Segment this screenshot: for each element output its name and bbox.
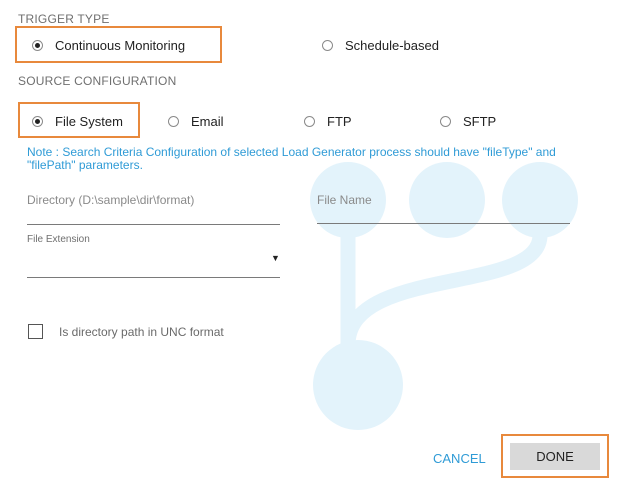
radio-label-continuous-monitoring: Continuous Monitoring	[55, 38, 186, 53]
trigger-type-label: TRIGGER TYPE	[18, 12, 110, 26]
source-configuration-label: SOURCE CONFIGURATION	[18, 74, 177, 88]
unc-checkbox-label: Is directory path in UNC format	[59, 325, 224, 339]
cancel-button[interactable]: CANCEL	[433, 451, 486, 466]
radio-checked-icon	[32, 116, 43, 127]
file-name-field[interactable]: File Name	[317, 190, 570, 226]
chevron-down-icon: ▼	[271, 253, 280, 263]
file-name-placeholder: File Name	[317, 193, 372, 207]
file-name-underline	[317, 223, 570, 224]
file-extension-label: File Extension	[27, 234, 90, 245]
file-extension-underline	[27, 277, 280, 278]
note-line-2: "filePath" parameters.	[27, 158, 143, 172]
done-button-label: DONE	[536, 449, 574, 464]
radio-ftp[interactable]: FTP	[304, 114, 352, 129]
radio-unchecked-icon	[322, 40, 333, 51]
radio-checked-icon	[32, 40, 43, 51]
file-extension-select[interactable]: ▼	[27, 246, 280, 278]
radio-label-file-system: File System	[55, 114, 123, 129]
directory-placeholder: Directory (D:\sample\dir\format)	[27, 193, 195, 207]
radio-label-schedule-based: Schedule-based	[345, 38, 439, 53]
done-button[interactable]: DONE	[510, 443, 600, 470]
note-text: Note : Search Criteria Configuration of …	[27, 146, 587, 172]
directory-field[interactable]: Directory (D:\sample\dir\format)	[27, 190, 280, 226]
unc-checkbox[interactable]	[28, 324, 43, 339]
radio-unchecked-icon	[168, 116, 179, 127]
radio-continuous-monitoring[interactable]: Continuous Monitoring	[32, 38, 185, 53]
radio-sftp[interactable]: SFTP	[440, 114, 496, 129]
radio-label-ftp: FTP	[327, 114, 352, 129]
directory-underline	[27, 224, 280, 225]
radio-unchecked-icon	[304, 116, 315, 127]
radio-schedule-based[interactable]: Schedule-based	[322, 38, 439, 53]
radio-email[interactable]: Email	[168, 114, 224, 129]
radio-file-system[interactable]: File System	[32, 114, 123, 129]
radio-label-sftp: SFTP	[463, 114, 497, 129]
radio-unchecked-icon	[440, 116, 451, 127]
radio-label-email: Email	[191, 114, 224, 129]
